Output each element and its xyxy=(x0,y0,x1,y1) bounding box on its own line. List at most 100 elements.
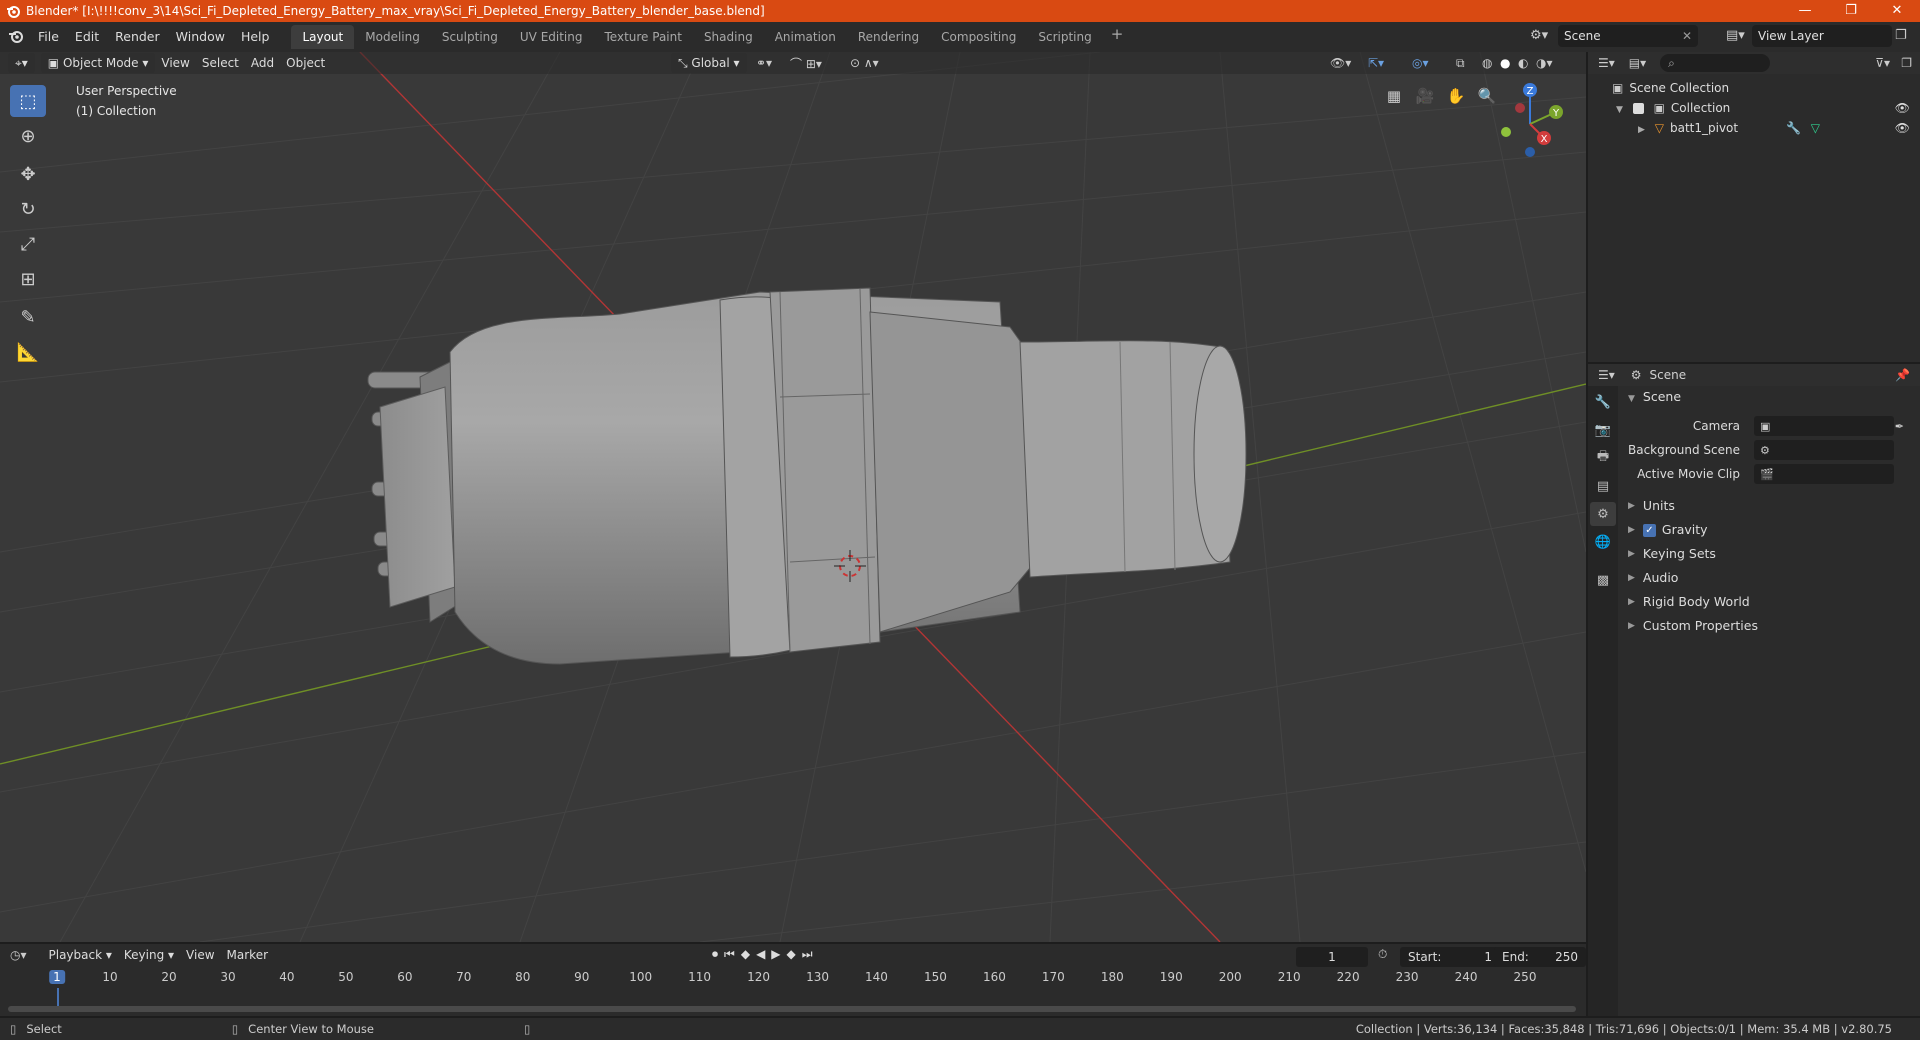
object-visibility-icon[interactable]: 👁 xyxy=(1895,118,1910,138)
tool-tab-icon[interactable]: 🔧 xyxy=(1590,390,1616,414)
stopwatch-icon[interactable]: ⏱ xyxy=(1378,947,1387,962)
gravity-panel[interactable]: ▶ ✓ Gravity xyxy=(1620,518,1920,542)
tab-layout[interactable]: Layout xyxy=(291,25,355,49)
solid-shading-icon[interactable]: ● xyxy=(1500,56,1510,70)
proportional-edit-icon[interactable]: ⊙ ∧▾ xyxy=(850,56,879,70)
expand-arrow-icon[interactable]: ▶ xyxy=(1638,125,1645,135)
jump-end-icon[interactable]: ⏭ xyxy=(802,947,819,961)
viewport-menu-select[interactable]: Select xyxy=(196,53,245,73)
tab-shading[interactable]: Shading xyxy=(693,25,764,49)
3d-viewport[interactable]: ⌖▾ ▣ Object Mode ▾ View Select Add Objec… xyxy=(0,52,1586,942)
background-scene-field[interactable]: ⚙ xyxy=(1754,440,1894,460)
start-frame-field[interactable]: Start: 1 xyxy=(1400,947,1500,967)
units-panel[interactable]: ▶ Units xyxy=(1620,494,1920,518)
close-button[interactable]: ✕ xyxy=(1874,0,1920,22)
outliner-editor-type-icon[interactable]: ☰▾ xyxy=(1598,56,1615,70)
blender-menu-icon[interactable] xyxy=(8,28,24,47)
tab-scripting[interactable]: Scripting xyxy=(1027,25,1102,49)
custom-properties-panel[interactable]: ▶ Custom Properties xyxy=(1620,614,1920,638)
timeline-menu-view[interactable]: View xyxy=(180,945,220,965)
view-layer-field[interactable]: View Layer xyxy=(1752,25,1892,47)
prev-keyframe-icon[interactable]: ◆ xyxy=(741,947,756,961)
next-keyframe-icon[interactable]: ◆ xyxy=(787,947,802,961)
playhead-line[interactable] xyxy=(57,988,59,1006)
play-icon[interactable]: ▶ xyxy=(771,947,786,961)
collection-checkbox[interactable] xyxy=(1632,103,1644,114)
end-frame-field[interactable]: End: 250 xyxy=(1494,947,1586,967)
viewport-menu-add[interactable]: Add xyxy=(245,53,280,73)
menu-render[interactable]: Render xyxy=(107,26,168,48)
tab-animation[interactable]: Animation xyxy=(764,25,847,49)
transform-tool[interactable]: ⊞ xyxy=(10,263,46,295)
view-layer-icon[interactable]: ▤▾ xyxy=(1726,28,1745,43)
overlay-toggle-icon[interactable]: ◎▾ xyxy=(1412,56,1429,70)
scene-panel-header[interactable]: ▼ Scene xyxy=(1620,386,1920,408)
timeline-ruler[interactable]: 1 10 20 30 40 50 60 70 80 90 100 110 120 130 140 150 160… xyxy=(0,970,1586,988)
filter-icon[interactable]: ⊽▾ xyxy=(1875,56,1890,70)
eyedropper-icon[interactable]: ✒ xyxy=(1895,420,1904,433)
snap-icon[interactable]: ⌒ ⊞▾ xyxy=(790,55,822,72)
pivot-point-icon[interactable]: ⚭▾ xyxy=(756,56,772,70)
rendered-shading-icon[interactable]: ◑▾ xyxy=(1536,56,1553,70)
scene-selector-icon[interactable]: ⚙▾ xyxy=(1530,28,1548,43)
xray-toggle-icon[interactable]: ⧉ xyxy=(1456,56,1465,71)
audio-panel[interactable]: ▶ Audio xyxy=(1620,566,1920,590)
tab-compositing[interactable]: Compositing xyxy=(930,25,1027,49)
modifier-icon[interactable]: 🔧 xyxy=(1786,121,1801,135)
outliner-collection-row[interactable]: ▼ ▣ Collection 👁 xyxy=(1588,98,1920,118)
outliner-object-row[interactable]: ▶ ▽ batt1_pivot 🔧 ▽ 👁 xyxy=(1588,118,1920,138)
camera-field[interactable]: ▣ ✒ xyxy=(1754,416,1904,436)
collapse-arrow-icon[interactable]: ▼ xyxy=(1616,105,1623,115)
jump-start-icon[interactable]: ⏮ xyxy=(724,947,741,961)
tab-uv-editing[interactable]: UV Editing xyxy=(509,25,594,49)
timeline-editor-type-icon[interactable]: ◷▾ xyxy=(10,948,27,962)
gizmo-toggle-icon[interactable]: ⇱▾ xyxy=(1368,56,1384,70)
view-layer-tab-icon[interactable]: ▤ xyxy=(1590,474,1616,498)
tab-rendering[interactable]: Rendering xyxy=(847,25,930,49)
annotate-tool[interactable]: ✎ xyxy=(10,301,46,333)
pan-hand-icon[interactable]: ✋ xyxy=(1442,82,1470,110)
scene-tab-icon[interactable]: ⚙ xyxy=(1590,502,1616,526)
pin-icon[interactable]: 📌 xyxy=(1895,368,1910,382)
world-tab-icon[interactable]: 🌐 xyxy=(1590,530,1616,554)
timeline-menu-keying[interactable]: Keying ▾ xyxy=(118,945,180,965)
menu-file[interactable]: File xyxy=(30,26,67,48)
texture-tab-icon[interactable]: ▩ xyxy=(1590,568,1616,592)
grid-view-icon[interactable]: ▦ xyxy=(1380,82,1408,110)
move-tool[interactable]: ✥ xyxy=(10,158,46,190)
outliner-scene-collection[interactable]: ▣ Scene Collection xyxy=(1588,78,1920,98)
timeline-menu-playback[interactable]: Playback ▾ xyxy=(43,945,118,965)
wireframe-shading-icon[interactable]: ◍ xyxy=(1482,56,1492,70)
menu-edit[interactable]: Edit xyxy=(67,26,107,48)
scene-close-icon[interactable]: ✕ xyxy=(1682,29,1692,43)
rigid-body-world-panel[interactable]: ▶ Rigid Body World xyxy=(1620,590,1920,614)
add-workspace-button[interactable]: + xyxy=(1103,25,1132,49)
viewport-menu-view[interactable]: View xyxy=(155,53,195,73)
record-button-icon[interactable]: ⏺ xyxy=(712,947,724,961)
new-view-layer-icon[interactable]: ❐ xyxy=(1895,28,1907,43)
movie-clip-field[interactable]: 🎬 xyxy=(1754,464,1894,484)
tab-texture-paint[interactable]: Texture Paint xyxy=(594,25,693,49)
timeline-menu-marker[interactable]: Marker xyxy=(221,945,274,965)
timeline-scrollbar[interactable] xyxy=(8,1006,1576,1012)
measure-tool[interactable]: 📐 xyxy=(10,336,46,368)
rotate-tool[interactable]: ↻ xyxy=(10,193,46,225)
output-tab-icon[interactable]: 🖶 xyxy=(1590,446,1616,470)
render-tab-icon[interactable]: 📷 xyxy=(1590,418,1616,442)
scene-field[interactable]: Scene ✕ xyxy=(1558,25,1698,47)
transform-orientation-dropdown[interactable]: ⤡ Global ▾ xyxy=(671,53,747,73)
current-frame-field[interactable]: 1 xyxy=(1296,947,1368,967)
new-collection-icon[interactable]: ❐ xyxy=(1901,56,1912,70)
tab-modeling[interactable]: Modeling xyxy=(354,25,431,49)
editor-type-icon[interactable]: ⌖▾ xyxy=(8,53,35,73)
mode-dropdown[interactable]: ▣ Object Mode ▾ xyxy=(40,53,156,73)
scale-tool[interactable]: ⤢ xyxy=(10,228,46,260)
navigation-gizmo[interactable]: Z Y X xyxy=(1490,82,1570,162)
menu-help[interactable]: Help xyxy=(233,26,278,48)
material-shading-icon[interactable]: ◐ xyxy=(1518,56,1528,70)
tab-sculpting[interactable]: Sculpting xyxy=(431,25,509,49)
camera-view-icon[interactable]: 🎥 xyxy=(1411,82,1439,110)
properties-editor-type-icon[interactable]: ☰▾ xyxy=(1598,368,1615,382)
keying-sets-panel[interactable]: ▶ Keying Sets xyxy=(1620,542,1920,566)
gravity-checkbox[interactable]: ✓ xyxy=(1642,523,1656,537)
